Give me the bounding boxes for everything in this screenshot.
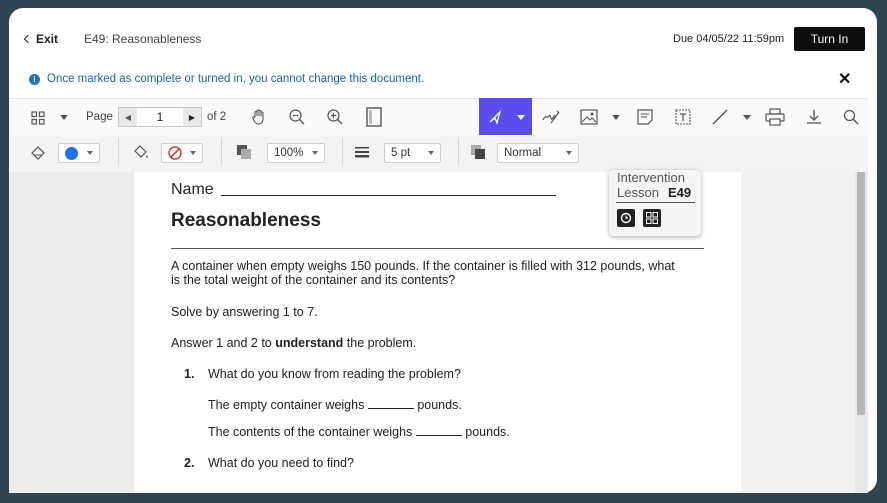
card-line1: Intervention — [617, 170, 685, 185]
document-title: E49: Reasonableness — [84, 32, 202, 46]
divider — [458, 138, 459, 165]
next-page-button[interactable]: ▶ — [183, 108, 201, 126]
paint-bucket-icon[interactable] — [130, 142, 152, 162]
grid-icon[interactable] — [28, 108, 48, 128]
card-line2: Lesson — [617, 185, 659, 200]
zoom-out-icon[interactable] — [286, 106, 308, 128]
single-page-icon[interactable] — [363, 106, 385, 128]
due-date: Due 04/05/22 11:59pm — [673, 33, 785, 45]
name-label: Name — [171, 181, 214, 198]
question-2-text: What do you need to find? — [208, 456, 354, 470]
page-count: of 2 — [207, 111, 227, 123]
divider — [221, 138, 222, 165]
page-label: Page — [86, 111, 113, 123]
zoom-in-icon[interactable] — [324, 106, 346, 128]
blend-mode-value: Normal — [504, 147, 542, 159]
question-1b: The contents of the container weighs pou… — [208, 425, 510, 439]
search-icon[interactable] — [840, 106, 862, 128]
question-2-number: 2. — [184, 456, 195, 470]
card-rule — [616, 202, 695, 203]
chevron-down-icon[interactable] — [740, 110, 754, 124]
print-icon[interactable] — [764, 106, 786, 128]
name-blank — [221, 195, 556, 196]
tutorial-icon — [617, 209, 635, 227]
stroke-width-dropdown[interactable]: 5 pt — [384, 143, 441, 163]
prev-page-button[interactable]: ◀ — [119, 108, 137, 126]
question-1-text: What do you know from reading the proble… — [208, 367, 461, 381]
signature-icon[interactable] — [540, 106, 562, 128]
stroke-color-dropdown[interactable] — [58, 143, 100, 163]
exit-label: Exit — [36, 32, 59, 46]
text-box-icon[interactable] — [672, 106, 694, 128]
hand-icon[interactable] — [248, 106, 270, 128]
stroke-width-value: 5 pt — [391, 147, 411, 159]
blend-mode-dropdown[interactable]: Normal — [497, 143, 579, 163]
no-fill-icon — [168, 146, 182, 160]
chevron-left-icon — [23, 34, 33, 44]
page-number: 1 — [156, 110, 164, 124]
image-icon[interactable] — [578, 106, 600, 128]
info-icon: i — [29, 74, 40, 85]
turn-in-button[interactable]: Turn In — [794, 27, 865, 51]
divider — [118, 138, 119, 165]
blend-mode-icon — [468, 142, 488, 162]
opacity-dropdown[interactable]: 100% — [267, 143, 325, 163]
close-icon[interactable]: ✕ — [838, 69, 851, 89]
problem-text: A container when empty weighs 150 pounds… — [171, 259, 675, 287]
note-icon[interactable] — [634, 106, 656, 128]
scrollbar-thumb[interactable] — [857, 172, 865, 415]
opacity-value: 100% — [274, 147, 304, 159]
card-lesson-code: E49 — [668, 185, 692, 200]
line-icon[interactable] — [709, 106, 731, 128]
select-pointer-icon[interactable] — [485, 107, 505, 127]
notice-text: Once marked as complete or turned in, yo… — [47, 73, 425, 85]
color-swatch — [65, 146, 78, 160]
divider — [342, 138, 343, 165]
question-1-number: 1. — [184, 367, 195, 381]
exit-button[interactable]: Exit — [23, 32, 59, 46]
opacity-icon — [234, 142, 254, 162]
stroke-width-icon — [352, 142, 372, 162]
manipulatives-icon — [643, 209, 661, 227]
title-rule — [171, 248, 704, 249]
question-1a: The empty container weighs pounds. — [208, 398, 462, 412]
download-icon[interactable] — [803, 106, 825, 128]
answer-instruction: Answer 1 and 2 to understand the problem… — [171, 336, 417, 350]
page-input[interactable]: ◀ 1 ▶ — [118, 107, 202, 127]
chevron-down-icon[interactable] — [609, 110, 623, 124]
viewer-margin — [741, 172, 855, 493]
chevron-down-icon[interactable] — [516, 112, 526, 122]
page-title: Reasonableness — [171, 210, 321, 231]
solve-instruction: Solve by answering 1 to 7. — [171, 305, 318, 319]
fill-bucket-icon[interactable] — [27, 143, 49, 163]
fill-color-dropdown[interactable] — [161, 143, 203, 163]
chevron-down-icon[interactable] — [57, 110, 71, 124]
